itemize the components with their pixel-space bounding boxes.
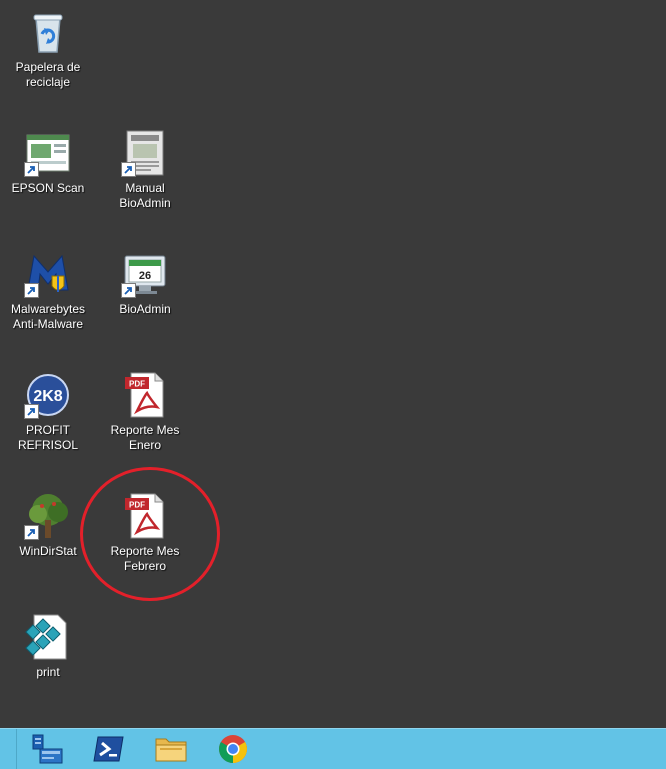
shortcut-arrow-icon [24,404,39,419]
windirstat-tree-icon [24,492,72,540]
desktop-icon-reporte-mes-enero[interactable]: PDF Reporte Mes Enero [97,365,193,475]
desktop-icon-epson-scan[interactable]: EPSON Scan [0,123,96,233]
icon-label: BioAdmin [119,302,171,316]
print-script-icon [24,613,72,661]
taskbar-chrome-button[interactable] [202,729,264,769]
icon-label: Malwarebytes Anti-Malware [10,302,86,331]
shortcut-arrow-icon [24,162,39,177]
desktop-icon-reporte-mes-febrero[interactable]: PDF Reporte Mes Febrero [97,486,193,596]
epson-scan-icon [24,129,72,177]
taskbar-server-manager-button[interactable] [16,729,78,769]
profit-2k8-icon: 2K8 [24,371,72,419]
icon-label: Papelera de reciclaje [15,60,81,89]
taskbar-file-explorer-button[interactable] [140,729,202,769]
recycle-bin-icon [24,8,72,56]
chrome-icon [219,735,247,763]
icon-label: WinDirStat [19,544,77,558]
desktop-icon-profit-refrisol[interactable]: 2K8 PROFIT REFRISOL [0,365,96,475]
shortcut-arrow-icon [121,162,136,177]
taskbar-start-edge[interactable] [0,729,17,769]
powershell-icon [93,736,124,762]
icon-label: Reporte Mes Febrero [110,544,180,573]
desktop-icon-print[interactable]: print [0,607,96,717]
folder-icon [155,738,187,762]
icon-label: PROFIT REFRISOL [17,423,78,452]
shortcut-arrow-icon [121,283,136,298]
shortcut-arrow-icon [24,525,39,540]
server-manager-icon [32,734,63,764]
icon-label: Manual BioAdmin [119,181,171,210]
pdf-badge-text: PDF [129,501,145,510]
icon-label: print [36,665,60,679]
malwarebytes-icon [24,250,72,298]
pdf-badge-text: PDF [129,380,145,389]
calendar-day-text: 26 [139,270,151,282]
shortcut-arrow-icon [24,283,39,298]
pdf-file-icon: PDF [121,371,169,419]
desktop-icon-windirstat[interactable]: WinDirStat [0,486,96,596]
icon-label: Reporte Mes Enero [110,423,180,452]
pdf-file-icon: PDF [121,492,169,540]
profit-badge-text: 2K8 [33,388,62,405]
desktop-icon-malwarebytes[interactable]: Malwarebytes Anti-Malware [0,244,96,354]
bioadmin-calendar-icon: 26 [121,250,169,298]
taskbar [0,728,666,769]
taskbar-powershell-button[interactable] [78,729,140,769]
desktop-icon-bioadmin[interactable]: 26 BioAdmin [97,244,193,354]
desktop-icon-recycle-bin[interactable]: Papelera de reciclaje [0,2,96,112]
desktop: Papelera de reciclaje EPSON Scan Manual … [0,0,666,728]
desktop-icon-manual-bioadmin[interactable]: Manual BioAdmin [97,123,193,233]
manual-document-icon [121,129,169,177]
icon-label: EPSON Scan [11,181,85,195]
